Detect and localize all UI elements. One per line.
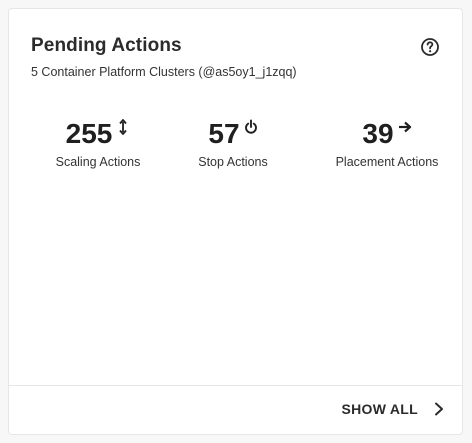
show-all-label: SHOW ALL: [341, 401, 418, 417]
metric-value: 39: [362, 118, 394, 149]
vertical-arrows-icon: [119, 119, 128, 135]
metric-value: 255: [65, 118, 113, 149]
pending-actions-card: Pending Actions 5 Container Platform Clu…: [8, 8, 463, 435]
metric-label: Scaling Actions: [55, 155, 141, 169]
question-circle-icon[interactable]: [420, 37, 440, 57]
metric-label: Placement Actions: [335, 155, 439, 169]
metric-label: Stop Actions: [198, 155, 268, 169]
arrow-right-icon: [398, 121, 411, 133]
metrics-row: 255 Scaling Actions 57 Stop Actions 39 P…: [31, 117, 440, 177]
metric-value: 57: [208, 118, 240, 149]
metric-stop-actions[interactable]: 57 Stop Actions: [183, 117, 283, 169]
card-subtitle: 5 Container Platform Clusters (@as5oy1_j…: [31, 65, 297, 79]
power-icon: [244, 119, 257, 134]
metric-placement-actions[interactable]: 39 Placement Actions: [317, 117, 457, 169]
metric-scaling-actions[interactable]: 255 Scaling Actions: [43, 117, 153, 169]
card-title: Pending Actions: [31, 35, 182, 56]
card-header: Pending Actions 5 Container Platform Clu…: [31, 35, 440, 79]
show-all-button[interactable]: SHOW ALL: [341, 401, 444, 417]
footer-divider: [9, 385, 462, 386]
chevron-right-icon: [435, 402, 443, 416]
